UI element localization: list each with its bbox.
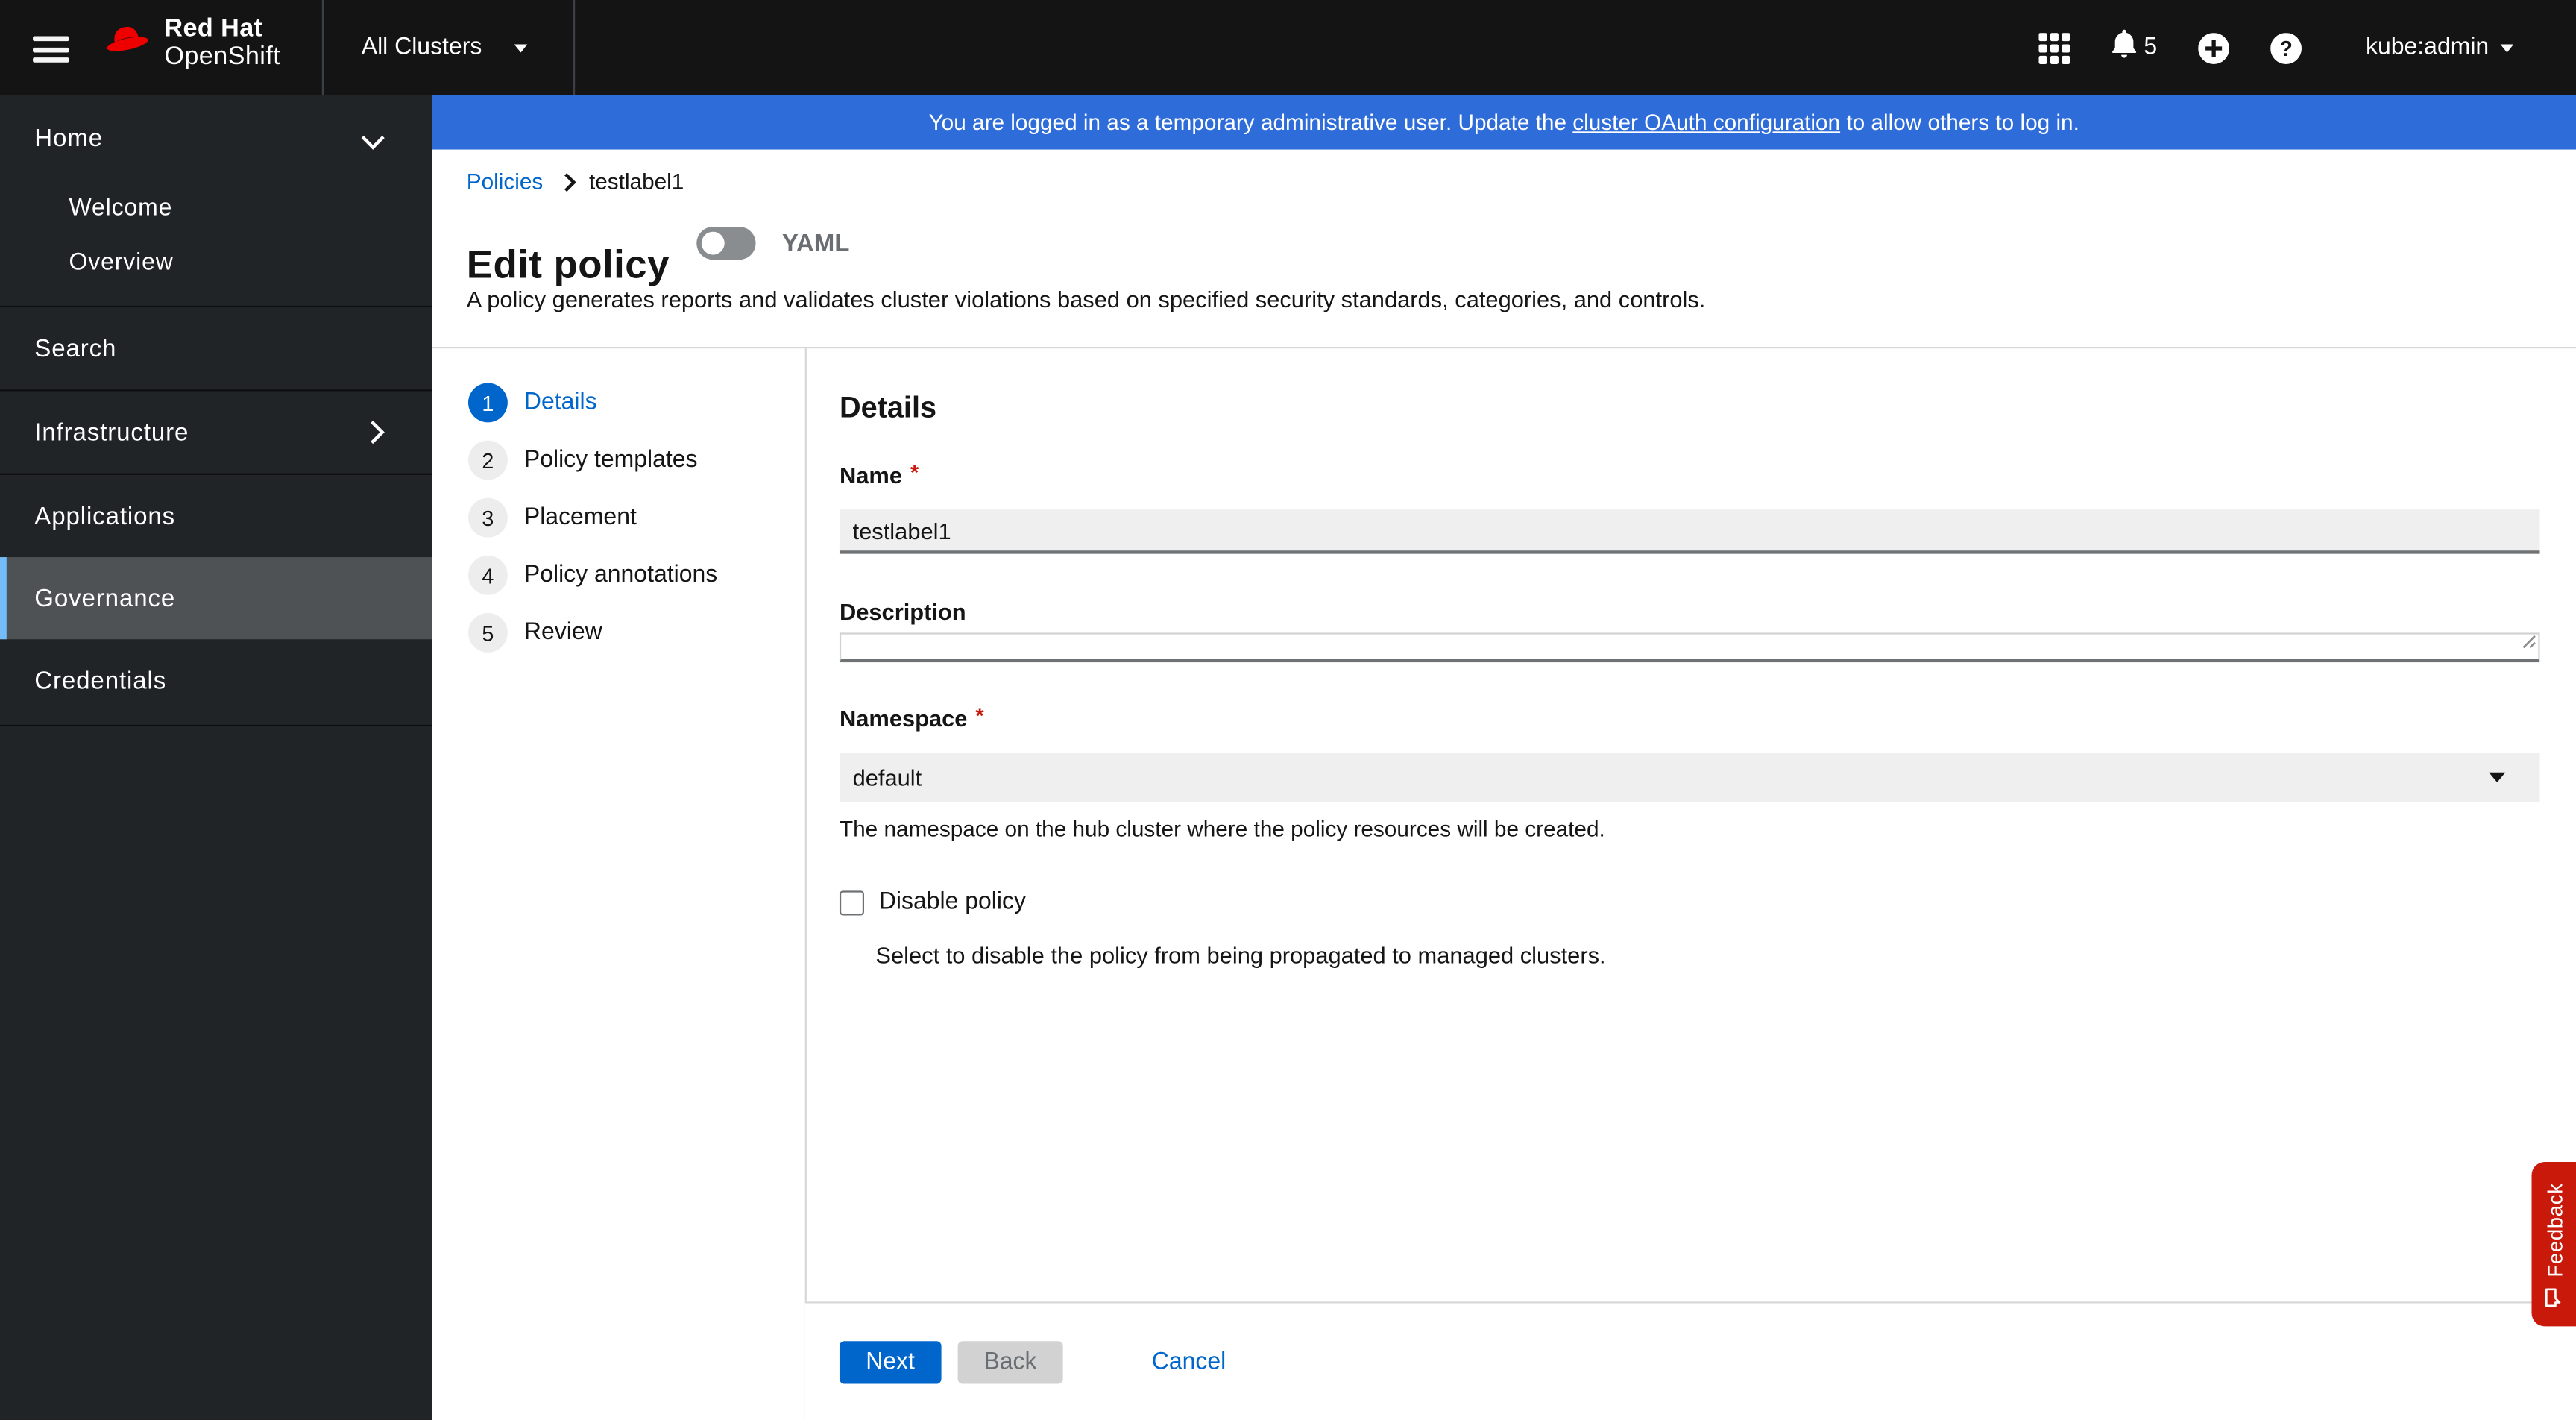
- brand-line1: Red Hat: [164, 14, 263, 43]
- disable-policy-helper-text: Select to disable the policy from being …: [875, 941, 1606, 968]
- description-field-label: Description: [839, 598, 966, 625]
- sidebar-item-search[interactable]: Search: [0, 321, 432, 377]
- step-label: Details: [523, 389, 597, 416]
- sidebar-item-label: Credentials: [34, 666, 167, 695]
- chevron-right-icon: [556, 172, 576, 191]
- caret-down-icon: [2500, 43, 2514, 52]
- user-menu-label: kube:admin: [2366, 34, 2490, 61]
- wizard-nav: 1 Details 2 Policy templates 3 Placement…: [432, 348, 805, 670]
- brand-text: Red Hat OpenShift: [164, 15, 280, 72]
- app-window: Red Hat OpenShift All Clusters 5 ? kube:…: [0, 0, 2576, 1420]
- namespace-selected-value: default: [852, 764, 922, 791]
- caret-down-icon: [2489, 772, 2506, 782]
- sidebar-item-overview[interactable]: Overview: [0, 245, 432, 280]
- step-label: Policy annotations: [523, 562, 718, 588]
- banner-text-prefix: You are logged in as a temporary adminis…: [928, 110, 1573, 135]
- wizard-step-placement[interactable]: 3 Placement: [432, 497, 805, 538]
- description-textarea[interactable]: [841, 634, 2539, 659]
- breadcrumb-current: testlabel1: [589, 169, 684, 195]
- sidebar-nav: Home Welcome Overview Search Infrastruct…: [0, 95, 432, 1420]
- step-label: Policy templates: [523, 447, 698, 474]
- feedback-bubble-icon: [2542, 1287, 2566, 1306]
- step-number-badge: 2: [467, 440, 508, 480]
- sidebar-item-label: Governance: [34, 584, 176, 612]
- page-title: Edit policy: [466, 243, 670, 288]
- help-question-circle-icon[interactable]: ?: [2270, 31, 2302, 63]
- sidebar-item-label: Infrastructure: [34, 418, 189, 447]
- breadcrumb-policies-link[interactable]: Policies: [467, 169, 544, 194]
- sidebar-item-infrastructure[interactable]: Infrastructure: [0, 404, 432, 460]
- yaml-toggle-switch[interactable]: [696, 227, 756, 260]
- wizard-step-details[interactable]: 1 Details: [432, 383, 805, 423]
- bell-icon: [2111, 29, 2137, 66]
- add-plus-circle-icon[interactable]: [2198, 31, 2230, 63]
- required-asterisk: *: [910, 460, 919, 486]
- nav-toggle-hamburger-icon[interactable]: [33, 36, 69, 63]
- back-button[interactable]: Back: [957, 1340, 1063, 1383]
- step-number-badge: 3: [467, 497, 508, 538]
- svg-text:?: ?: [2279, 37, 2292, 60]
- sidebar-item-home[interactable]: Home: [0, 115, 432, 161]
- sidebar-item-credentials[interactable]: Credentials: [0, 653, 432, 709]
- banner-text-suffix: to allow others to log in.: [1840, 110, 2079, 135]
- disable-policy-row: Disable policy: [839, 889, 2540, 916]
- wizard-step-review[interactable]: 5 Review: [432, 612, 805, 653]
- cluster-selector-dropdown[interactable]: All Clusters: [321, 0, 576, 95]
- breadcrumb: Policies testlabel1: [467, 169, 684, 194]
- sidebar-item-label: Welcome: [69, 195, 173, 222]
- wizard-nav-divider: [804, 348, 807, 1420]
- cluster-selector-label: All Clusters: [361, 34, 482, 61]
- description-textarea-wrap: [839, 632, 2540, 663]
- form-section-heading: Details: [839, 391, 937, 424]
- login-banner: You are logged in as a temporary adminis…: [432, 95, 2576, 150]
- user-menu-dropdown[interactable]: kube:admin: [2366, 34, 2514, 61]
- required-asterisk: *: [975, 703, 984, 729]
- step-label: Placement: [523, 504, 637, 531]
- app-launcher-grid-icon[interactable]: [2038, 31, 2070, 63]
- sidebar-item-label: Search: [34, 334, 117, 362]
- sidebar-item-label: Applications: [34, 502, 176, 530]
- disable-policy-label: Disable policy: [878, 889, 1026, 916]
- next-button[interactable]: Next: [839, 1340, 942, 1383]
- brand-logo: Red Hat OpenShift: [102, 15, 281, 72]
- page-description: A policy generates reports and validates…: [466, 286, 1706, 312]
- wizard-step-policy-templates[interactable]: 2 Policy templates: [432, 440, 805, 480]
- brand-line2: OpenShift: [164, 43, 281, 72]
- sidebar-item-governance[interactable]: Governance: [0, 557, 432, 640]
- namespace-field-label: Namespace *: [839, 703, 984, 732]
- sidebar-item-label: Home: [34, 124, 103, 152]
- step-number-badge: 4: [467, 555, 508, 595]
- wizard-step-policy-annotations[interactable]: 4 Policy annotations: [432, 555, 805, 595]
- step-number-badge: 5: [467, 612, 508, 653]
- sidebar-item-label: Overview: [69, 249, 174, 277]
- feedback-label: Feedback: [2542, 1182, 2566, 1277]
- step-number-badge: 1: [467, 383, 508, 423]
- feedback-tab[interactable]: Feedback: [2531, 1162, 2576, 1327]
- yaml-toggle-label: YAML: [781, 230, 850, 258]
- namespace-helper-text: The namespace on the hub cluster where t…: [839, 817, 1605, 842]
- sidebar-item-applications[interactable]: Applications: [0, 488, 432, 544]
- cancel-link[interactable]: Cancel: [1152, 1348, 1226, 1375]
- oauth-configuration-link[interactable]: cluster OAuth configuration: [1572, 110, 1840, 135]
- masthead: Red Hat OpenShift All Clusters 5 ? kube:…: [0, 0, 2576, 95]
- disable-policy-checkbox[interactable]: [839, 890, 865, 915]
- sidebar-item-welcome[interactable]: Welcome: [0, 191, 432, 227]
- name-input[interactable]: [839, 509, 2540, 554]
- resize-grip-icon[interactable]: [2522, 628, 2536, 658]
- chevron-down-icon: [361, 126, 385, 150]
- masthead-toolbar: 5 ? kube:admin: [2038, 0, 2576, 95]
- details-form: Details Name * Description Namespace * d…: [839, 348, 2540, 968]
- caret-down-icon: [514, 43, 528, 52]
- chevron-right-icon: [361, 420, 385, 444]
- toggle-knob: [701, 231, 725, 255]
- name-field-label: Name *: [839, 460, 919, 488]
- wizard-footer: Next Back Cancel: [804, 1301, 2576, 1420]
- notifications-button[interactable]: 5: [2111, 29, 2158, 66]
- namespace-select[interactable]: default: [839, 753, 2540, 802]
- step-label: Review: [523, 619, 602, 647]
- red-hat-fedora-icon: [102, 19, 151, 68]
- notification-count: 5: [2144, 34, 2158, 61]
